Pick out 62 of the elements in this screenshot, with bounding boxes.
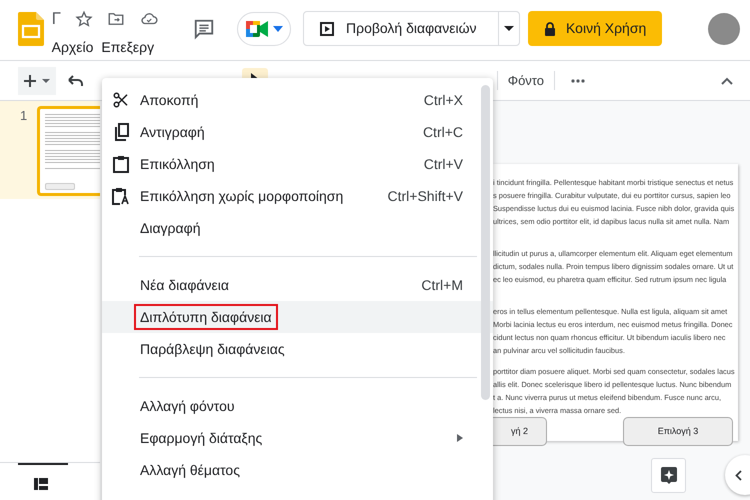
speaker-notes-button[interactable] [651, 458, 686, 492]
clipboard-text-icon [112, 187, 130, 205]
folder-icon[interactable] [107, 10, 125, 28]
grid-view-icon[interactable] [34, 478, 48, 490]
menu-item[interactable]: Εφαρμογή διάταξης [102, 422, 493, 454]
menu-item[interactable]: Διπλότυπη διαφάνεια [102, 301, 493, 333]
caret-icon[interactable] [504, 26, 514, 31]
menu-item[interactable]: Διαγραφή [102, 212, 493, 244]
menu-item-label: Παράβλεψη διαφάνειας [140, 340, 285, 356]
menu-item-label: Διαγραφή [140, 220, 200, 236]
menu-item[interactable]: Αλλαγή θέματος [102, 454, 493, 486]
sparkle-icon [660, 466, 676, 484]
menu-item-label: Επικόλληση [140, 156, 215, 172]
menu-item[interactable]: Επεξεργ [101, 37, 154, 58]
play-icon [320, 22, 334, 36]
menu-item-label: Νέα διαφάνεια [140, 276, 229, 292]
menu-item[interactable]: Παράβλεψη διαφάνειας [102, 333, 493, 365]
background-button[interactable]: Φόντο [496, 70, 555, 90]
menu-item[interactable]: Επικόλληση χωρίς μορφοποίηση Ctrl+Shift+V [102, 180, 493, 212]
shortcut-text: Ctrl+X [424, 90, 463, 110]
scissors-icon [112, 91, 130, 109]
menu-item[interactable]: Αρχείο [52, 37, 94, 58]
slide-thumbnail-row[interactable]: 1 [0, 101, 100, 199]
share-button[interactable]: Κοινή Χρήση [528, 11, 662, 46]
shortcut-text: Ctrl+M [421, 276, 463, 294]
menu-item-label: Επικόλληση χωρίς μορφοποίηση [140, 188, 344, 204]
avatar[interactable] [708, 12, 740, 44]
menu-item-label: Αποκοπή [140, 92, 198, 108]
menu-item[interactable]: Επικόλληση Ctrl+V [102, 148, 493, 180]
caret-icon [42, 78, 50, 82]
shortcut-text: Ctrl+V [424, 154, 463, 174]
meet-button[interactable] [237, 12, 291, 46]
slide-option-button[interactable]: γή 2 [493, 417, 547, 446]
menu-item[interactable]: Αντιγραφή Ctrl+C [102, 116, 493, 148]
scrollbar-thumb[interactable] [481, 85, 490, 400]
shortcut-text: Ctrl+Shift+V [388, 186, 463, 206]
chevron-left-icon [735, 470, 742, 480]
slide-number: 1 [19, 107, 28, 125]
clipboard-icon [113, 155, 129, 173]
collapse-icon[interactable] [721, 76, 733, 84]
more-icon[interactable] [571, 78, 585, 82]
slideshow-button[interactable]: Προβολή διαφανειών [303, 11, 520, 46]
video-camera-icon [245, 20, 269, 38]
plus-icon [24, 74, 36, 86]
copy-icon [113, 123, 129, 141]
shortcut-text: Ctrl+C [422, 122, 463, 142]
menu-item-label: Αλλαγή θέματος [140, 462, 240, 478]
menu-item[interactable]: Αποκοπή Ctrl+X [102, 84, 493, 116]
menu-item[interactable]: Νέα διαφάνεια Ctrl+M [102, 269, 493, 301]
document-title[interactable]: Γ [52, 9, 61, 29]
menu-item-label: Αλλαγή φόντου [140, 398, 235, 414]
slide-option-button[interactable]: Επιλογή 3 [623, 417, 733, 446]
lock-icon [544, 22, 556, 36]
new-slide-button[interactable] [18, 66, 56, 94]
menu-item[interactable]: Αλλαγή φόντου [102, 390, 493, 422]
comments-icon[interactable] [193, 18, 215, 40]
menu-item-label: Εφαρμογή διάταξης [140, 430, 262, 446]
caret-icon [273, 26, 283, 32]
star-icon[interactable] [75, 10, 93, 28]
menu-item-label: Διπλότυπη διαφάνεια [134, 304, 278, 330]
undo-icon[interactable] [66, 74, 84, 88]
menu-item-label: Αντιγραφή [140, 124, 205, 140]
